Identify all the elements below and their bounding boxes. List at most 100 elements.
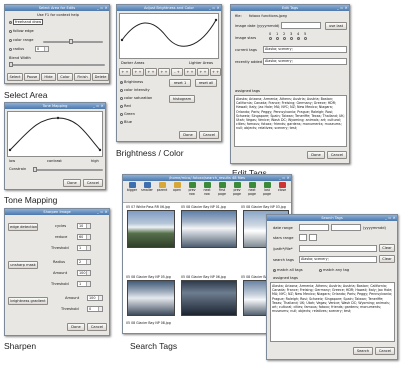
radius-spinner[interactable]: 0 bbox=[35, 46, 49, 52]
radio-icon[interactable] bbox=[297, 37, 300, 40]
clear-tags-button[interactable]: Clear bbox=[379, 255, 395, 263]
pause-button[interactable]: Pause bbox=[24, 73, 40, 81]
delete-button[interactable]: Delete bbox=[92, 73, 109, 81]
radio-icon[interactable] bbox=[273, 268, 276, 272]
radio-icon[interactable] bbox=[120, 104, 123, 108]
radio-icon[interactable] bbox=[290, 37, 293, 40]
radius-spinner[interactable]: 2 bbox=[77, 259, 91, 265]
thumbnail-1[interactable] bbox=[127, 210, 175, 248]
stars-to-input[interactable] bbox=[309, 234, 317, 241]
threshold-2-spinner[interactable]: 1 bbox=[77, 281, 91, 287]
option-blue[interactable]: Blue bbox=[120, 120, 132, 124]
radio-icon[interactable] bbox=[9, 29, 12, 33]
radio-icon[interactable] bbox=[304, 37, 307, 40]
search-tags-titlebar[interactable]: Search Tags _ ▫ ✕ bbox=[267, 215, 397, 221]
done-button[interactable]: Done bbox=[179, 131, 197, 139]
match-all-option[interactable]: match all tags bbox=[273, 268, 303, 272]
close-tool[interactable]: close bbox=[276, 182, 288, 194]
date-to-input[interactable] bbox=[331, 224, 361, 231]
bigger-tool[interactable]: bigger bbox=[126, 182, 138, 194]
clear-path-button[interactable]: Clear bbox=[379, 244, 395, 252]
current-tags-input[interactable]: Alaska; scenery; bbox=[263, 46, 347, 53]
finish-button[interactable]: Finish bbox=[74, 73, 91, 81]
constrain-slider[interactable] bbox=[33, 167, 103, 172]
option-follow-edge[interactable]: follow edge bbox=[9, 29, 34, 33]
option-color-intensity[interactable]: color intensity bbox=[120, 88, 150, 92]
cancel-button[interactable]: Cancel bbox=[87, 323, 107, 331]
option-brightness[interactable]: Brightness bbox=[120, 80, 143, 84]
done-button[interactable]: Done bbox=[307, 151, 325, 159]
done-button[interactable]: Done bbox=[67, 323, 85, 331]
brightness-gradient-button[interactable]: brightness gradient bbox=[8, 297, 48, 305]
thumbnail-4[interactable] bbox=[127, 280, 175, 316]
unsharp-mask-button[interactable]: unsharp mask bbox=[8, 261, 38, 269]
window-controls-icon[interactable]: _ ▫ ✕ bbox=[97, 5, 108, 11]
blend-width-slider[interactable] bbox=[9, 62, 105, 67]
histogram-button[interactable]: histogram bbox=[169, 95, 195, 103]
color-range-slider[interactable] bbox=[43, 39, 103, 44]
slider-knob[interactable] bbox=[9, 62, 13, 67]
radio-icon[interactable] bbox=[319, 268, 322, 272]
brightness-curve-area[interactable] bbox=[119, 13, 219, 59]
radio-icon[interactable] bbox=[9, 38, 12, 42]
parent-tool[interactable]: parent bbox=[156, 182, 168, 194]
tone-mapping-titlebar[interactable]: Tone Mapping _ ▫ ✕ bbox=[5, 103, 105, 109]
window-controls-icon[interactable]: _ ▫ ✕ bbox=[209, 5, 220, 11]
last-page-tool[interactable]: last page bbox=[261, 182, 273, 196]
radio-icon[interactable] bbox=[269, 37, 272, 40]
search-tags-input[interactable]: Alaska; scenery; bbox=[299, 256, 377, 263]
sharpen-titlebar[interactable]: Sharpen Image _ ▫ ✕ bbox=[5, 209, 109, 215]
prev-page-tool[interactable]: prev page bbox=[231, 182, 243, 196]
cancel-button[interactable]: Cancel bbox=[199, 131, 219, 139]
option-radius[interactable]: radius bbox=[9, 47, 24, 51]
threshold-3-spinner[interactable]: 0 bbox=[87, 306, 103, 312]
adjust-button-8[interactable]: + + bbox=[210, 68, 221, 76]
image-date-input[interactable] bbox=[281, 22, 321, 29]
thumbnail-5[interactable] bbox=[181, 280, 237, 316]
reset-1-button[interactable]: reset 1 bbox=[169, 79, 191, 87]
smaller-tool[interactable]: smaller bbox=[141, 182, 153, 194]
option-color-range[interactable]: color range bbox=[9, 38, 33, 42]
radio-icon[interactable] bbox=[120, 112, 123, 116]
adjust-button-2[interactable]: + + bbox=[132, 68, 144, 76]
adjust-button-3[interactable]: + + bbox=[145, 68, 157, 76]
done-button[interactable]: Done bbox=[63, 179, 81, 187]
cancel-button[interactable]: Cancel bbox=[375, 347, 395, 355]
recent-tags-input[interactable]: Alaska; scenery; bbox=[263, 58, 347, 65]
adjust-button-6[interactable]: + + bbox=[184, 68, 196, 76]
thumbnail-2[interactable] bbox=[181, 210, 237, 248]
radio-icon[interactable] bbox=[120, 88, 123, 92]
slider-knob[interactable] bbox=[33, 167, 37, 172]
match-any-option[interactable]: match any tag bbox=[319, 268, 349, 272]
radio-icon[interactable] bbox=[9, 47, 12, 51]
window-controls-icon[interactable]: _ ▫ ✕ bbox=[97, 209, 108, 215]
option-green[interactable]: Green bbox=[120, 112, 135, 116]
brightness-titlebar[interactable]: Adjust Brightness and Color _ ▫ ✕ bbox=[117, 5, 221, 11]
prev-row-tool[interactable]: prev row bbox=[186, 182, 198, 196]
date-from-input[interactable] bbox=[299, 224, 329, 231]
cancel-button[interactable]: Cancel bbox=[327, 151, 347, 159]
threshold-1-spinner[interactable]: 1 bbox=[77, 245, 91, 251]
color-button[interactable]: Color bbox=[57, 73, 73, 81]
window-controls-icon[interactable]: _ ▫ ✕ bbox=[93, 103, 104, 109]
amount-2-spinner[interactable]: 100 bbox=[87, 295, 103, 301]
radio-icon[interactable] bbox=[276, 37, 279, 40]
next-page-tool[interactable]: next page bbox=[246, 182, 258, 196]
stars-from-input[interactable] bbox=[299, 234, 307, 241]
search-button[interactable]: Search bbox=[353, 347, 373, 355]
cancel-button[interactable]: Cancel bbox=[83, 179, 103, 187]
window-controls-icon[interactable]: _ ▫ ✕ bbox=[337, 5, 348, 11]
next-row-tool[interactable]: next row bbox=[201, 182, 213, 196]
option-color-saturation[interactable]: color saturation bbox=[120, 96, 152, 100]
reset-all-button[interactable]: reset all bbox=[195, 79, 217, 87]
radio-icon[interactable] bbox=[120, 96, 123, 100]
hide-button[interactable]: Hide bbox=[41, 73, 56, 81]
option-red[interactable]: Red bbox=[120, 104, 131, 108]
path-file-input[interactable] bbox=[299, 245, 377, 252]
select-button[interactable]: Select bbox=[7, 73, 23, 81]
radio-icon[interactable] bbox=[120, 80, 123, 84]
radio-icon[interactable] bbox=[283, 37, 286, 40]
first-page-tool[interactable]: first page bbox=[216, 182, 228, 196]
radio-icon[interactable] bbox=[120, 120, 123, 124]
radio-icon[interactable] bbox=[9, 20, 12, 24]
